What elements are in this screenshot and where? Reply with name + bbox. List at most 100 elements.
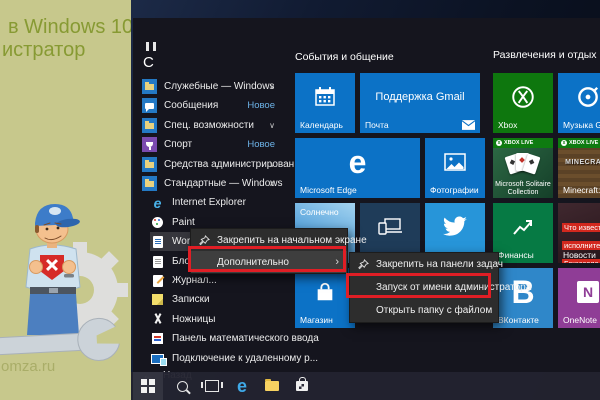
app-label: Paint (172, 217, 195, 228)
taskbar-edge-button[interactable]: e (227, 372, 257, 400)
notepad-icon (150, 254, 165, 269)
windows-desktop: С Служебные — Windows ∨ Сообщения Новое … (131, 0, 600, 400)
app-item-messaging[interactable]: Сообщения Новое (142, 96, 285, 115)
chevron-down-icon: ∨ (269, 121, 275, 130)
envelope-icon (462, 120, 475, 130)
store-icon (296, 381, 308, 391)
app-item-sticky-notes[interactable]: Записки (150, 290, 285, 309)
chart-icon (493, 203, 553, 251)
app-label: Сообщения (164, 100, 218, 111)
folder-icon (142, 157, 157, 172)
folder-icon (142, 176, 157, 191)
windows-logo-icon (141, 379, 155, 393)
screenshot-root: в Windows 10 истратор (0, 0, 600, 400)
new-badge: Новое (247, 139, 275, 150)
tile-calendar[interactable]: Календарь (295, 73, 355, 133)
sport-icon (142, 137, 157, 152)
app-item-internet-explorer[interactable]: e Internet Explorer (150, 193, 285, 212)
app-item-admin-tools[interactable]: Средства администрирован... ∨ (142, 155, 285, 174)
sticky-notes-icon (150, 292, 165, 307)
folder-icon (265, 381, 279, 391)
start-button[interactable] (133, 372, 163, 400)
chevron-down-icon: ∨ (269, 82, 275, 91)
tile-vkontakte[interactable]: B ВКонтакте (493, 268, 553, 328)
pin-icon (199, 235, 210, 246)
taskbar-search-button[interactable] (167, 372, 197, 400)
app-label: Спец. возможности (164, 120, 254, 131)
xbox-live-icon: x (561, 140, 567, 146)
tile-mail[interactable]: Поддержка Gmail Почта (360, 73, 480, 133)
remote-desktop-icon (150, 351, 165, 366)
app-label: Панель математического ввода (172, 333, 319, 344)
chevron-up-icon: ∧ (269, 179, 275, 188)
onenote-icon: N (577, 281, 599, 303)
tile-solitaire[interactable]: xXBOX LIVE Microsoft Solitaire Collectio… (493, 138, 553, 198)
internet-explorer-icon: e (150, 195, 165, 210)
folder-icon (142, 118, 157, 133)
app-item-snipping-tool[interactable]: Ножницы (150, 310, 285, 329)
article-background: в Windows 10 истратор (0, 0, 131, 400)
app-label: Internet Explorer (172, 197, 246, 208)
tile-edge[interactable]: e Microsoft Edge (295, 138, 420, 198)
edge-icon: e (237, 377, 247, 395)
new-badge: Новое (247, 100, 275, 111)
app-item-services[interactable]: Служебные — Windows ∨ (142, 77, 285, 96)
xbox-live-icon: x (496, 140, 502, 146)
tile-xbox[interactable]: Xbox (493, 73, 553, 133)
app-label: Стандартные — Windows (164, 178, 283, 189)
letter-group-header[interactable]: С (143, 54, 154, 71)
page-title-line2: истратор (2, 39, 85, 62)
app-item-accessibility[interactable]: Спец. возможности ∨ (142, 116, 285, 135)
shopping-bag-icon (295, 268, 355, 316)
tile-minecraft[interactable]: xXBOX LIVE MINECRAFT Minecraft: W... (558, 138, 600, 198)
app-item-sport[interactable]: Спорт Новое (142, 135, 285, 154)
tile-news[interactable]: Что извест исполнител Брюсселе Новости (558, 203, 600, 263)
app-label: Журнал... (172, 275, 217, 286)
taskbar-explorer-button[interactable] (257, 372, 287, 400)
search-icon (177, 381, 188, 392)
xbox-live-banner: xXBOX LIVE (493, 138, 553, 148)
app-item-math-input[interactable]: Панель математического ввода (150, 329, 285, 348)
partial-scrolled-item (146, 42, 160, 51)
task-view-icon (205, 380, 219, 392)
chevron-down-icon: ∨ (269, 160, 275, 169)
xbox-icon (493, 73, 553, 121)
journal-icon (150, 273, 165, 288)
tile-group-title-entertainment: Развлечения и отдых (493, 49, 597, 61)
tile-groove-music[interactable]: Музыка Gro (558, 73, 600, 133)
watermark: omza.ru (1, 358, 55, 375)
tile-group-title-communication: События и общение (295, 51, 394, 63)
edge-logo: e (295, 138, 420, 186)
scissors-icon (150, 312, 165, 327)
groove-icon (558, 73, 600, 121)
devices-icon (360, 203, 420, 251)
context-submenu: Закрепить на панели задач Запуск от имен… (349, 252, 499, 323)
app-label: Спорт (164, 139, 192, 150)
tile-finance[interactable]: Финансы (493, 203, 553, 263)
taskbar-store-button[interactable] (287, 372, 317, 400)
taskbar: e (131, 372, 600, 400)
page-title-line1: в Windows 10 (8, 16, 131, 39)
xbox-live-banner: xXBOX LIVE (558, 138, 600, 148)
menu-item-more[interactable]: Дополнительно › (191, 251, 347, 273)
messaging-icon (142, 98, 157, 113)
tile-store[interactable]: Магазин (295, 268, 355, 328)
app-label: Записки (172, 294, 210, 305)
mail-ad-text: Поддержка Gmail (360, 91, 480, 103)
tile-onenote[interactable]: N OneNote (558, 268, 600, 328)
menu-item-pin-to-start[interactable]: Закрепить на начальном экране (191, 229, 347, 251)
submenu-item-open-file-location[interactable]: Открыть папку с файлом (350, 299, 498, 322)
photos-icon (425, 138, 485, 186)
pin-icon (358, 259, 369, 270)
paint-icon (150, 215, 165, 230)
app-label: Средства администрирован... (164, 159, 303, 170)
chevron-right-icon: › (335, 256, 339, 268)
submenu-item-run-as-admin[interactable]: Запуск от имени администратора (350, 276, 498, 299)
app-label: Служебные — Windows (164, 81, 274, 92)
twitter-bird-icon (425, 203, 485, 251)
minecraft-logo: MINECRAFT (565, 159, 600, 166)
tile-photos[interactable]: Фотографии (425, 138, 485, 198)
app-item-accessories[interactable]: Стандартные — Windows ∧ (142, 174, 285, 193)
submenu-item-pin-to-taskbar[interactable]: Закрепить на панели задач (350, 253, 498, 276)
task-view-button[interactable] (197, 372, 227, 400)
